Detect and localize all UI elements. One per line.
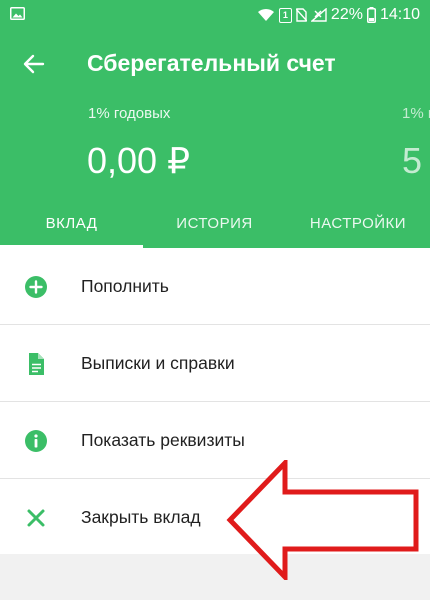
back-button[interactable] xyxy=(14,44,54,84)
battery-icon xyxy=(366,7,376,23)
document-icon xyxy=(29,353,44,375)
arrow-left-icon xyxy=(23,54,45,74)
menu-item-label: Закрыть вклад xyxy=(81,507,201,527)
menu-item-label: Пополнить xyxy=(81,276,169,296)
tab-deposit[interactable]: ВКЛАД xyxy=(0,200,143,246)
status-time: 14:10 xyxy=(379,6,420,23)
menu-item-label: Показать реквизиты xyxy=(81,430,245,450)
menu-item-top-up[interactable]: Пополнить xyxy=(0,248,430,325)
next-account-balance[interactable]: 5 xyxy=(402,140,422,182)
deposit-actions-list: Пополнить Выписки и справки Показать рек… xyxy=(0,248,430,554)
wifi-icon xyxy=(257,8,274,21)
info-icon xyxy=(25,430,47,452)
no-sim-icon xyxy=(295,8,307,22)
close-icon xyxy=(27,509,45,527)
menu-item-label: Выписки и справки xyxy=(81,353,235,373)
tab-bar: ВКЛАД ИСТОРИЯ НАСТРОЙКИ xyxy=(0,200,430,248)
account-rate: 1% годовых xyxy=(88,105,171,122)
menu-item-close-deposit[interactable]: Закрыть вклад xyxy=(0,479,430,557)
next-account-rate: 1% г xyxy=(402,105,430,122)
image-icon xyxy=(10,7,25,20)
menu-item-statements[interactable]: Выписки и справки xyxy=(0,325,430,402)
sim-icon: 1 xyxy=(278,7,292,23)
account-header: 1 22% 14:10 Сберегательный счет 1% годов… xyxy=(0,0,430,248)
tab-history[interactable]: ИСТОРИЯ xyxy=(143,200,286,246)
status-right: 1 22% 14:10 xyxy=(257,5,420,25)
page-title: Сберегательный счет xyxy=(87,50,336,76)
app-screen: 1 22% 14:10 Сберегательный счет 1% годов… xyxy=(0,0,430,600)
tab-settings[interactable]: НАСТРОЙКИ xyxy=(286,200,430,246)
status-bar: 1 22% 14:10 xyxy=(0,0,430,30)
battery-percent: 22% xyxy=(330,6,363,23)
menu-item-show-details[interactable]: Показать реквизиты xyxy=(0,402,430,479)
signal-icon xyxy=(310,8,327,22)
account-balance[interactable]: 0,00 ₽ xyxy=(87,140,190,182)
plus-circle-icon xyxy=(25,276,47,298)
